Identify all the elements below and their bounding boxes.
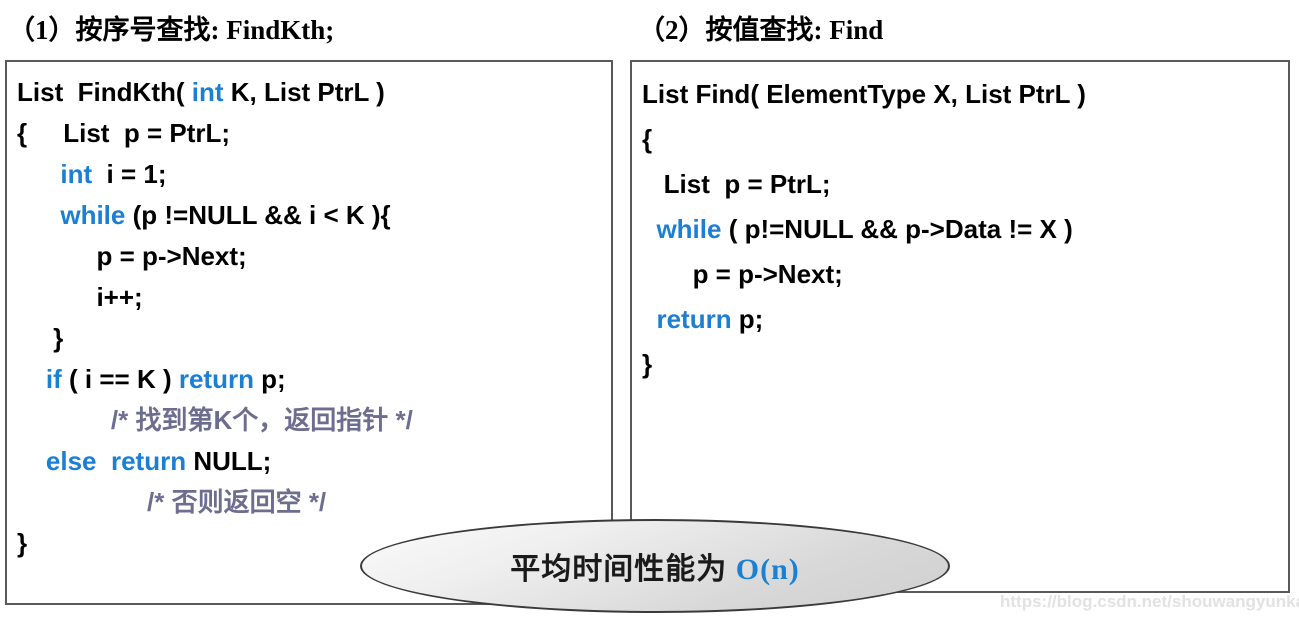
code-token: { List p = PtrL; xyxy=(17,118,231,148)
heading-1-label: 按序号查找 xyxy=(75,15,211,45)
code-line: return p; xyxy=(642,297,1288,342)
code-token: } xyxy=(642,349,653,379)
code-line: } xyxy=(17,318,611,359)
code-line: p = p->Next; xyxy=(642,252,1288,297)
code-token: i = 1; xyxy=(92,159,167,189)
heading-find-by-value: （2）按值查找: Find xyxy=(638,8,883,47)
heading-2-function-name: Find xyxy=(829,15,884,45)
code-line: { List p = PtrL; xyxy=(17,113,611,154)
code-text-findkth: List FindKth( int K, List PtrL ) { List p… xyxy=(7,62,611,564)
code-line: int i = 1; xyxy=(17,154,611,195)
heading-2-label: 按值查找 xyxy=(705,15,814,45)
heading-1-prefix: （1） xyxy=(8,15,76,45)
code-line: else return NULL; xyxy=(17,441,611,482)
code-token: p; xyxy=(731,304,764,334)
slide-page: （1）按序号查找: FindKth; （2）按值查找: Find List Fi… xyxy=(0,0,1299,621)
code-token: List FindKth( xyxy=(17,77,192,107)
code-token: { xyxy=(642,124,653,154)
code-line: /* 找到第K个，返回指针 */ xyxy=(17,400,611,441)
code-token: ( i == K ) xyxy=(61,364,179,394)
code-keyword: return xyxy=(110,446,187,476)
code-line: List FindKth( int K, List PtrL ) xyxy=(17,72,611,113)
callout-label: 平均时间性能为 O(n) xyxy=(510,544,800,588)
code-token: p; xyxy=(253,364,286,394)
code-keyword: else xyxy=(45,446,97,476)
code-block-find: List Find( ElementType X, List PtrL ) { L… xyxy=(630,60,1290,593)
code-token: } xyxy=(17,528,28,558)
code-line: List Find( ElementType X, List PtrL ) xyxy=(642,72,1288,117)
callout-complexity-value: O(n) xyxy=(735,553,800,586)
code-line: while (p !=NULL && i < K ){ xyxy=(17,195,611,236)
code-keyword: int xyxy=(60,159,93,189)
code-line: while ( p!=NULL && p->Data != X ) xyxy=(642,207,1288,252)
heading-2-colon: : xyxy=(813,15,830,45)
watermark-url: https://blog.csdn.net/shouwangyunkai666 xyxy=(1000,592,1299,611)
code-token: ( p!=NULL && p->Data != X ) xyxy=(721,214,1073,244)
code-comment: /* 否则返回空 */ xyxy=(17,487,327,517)
code-keyword: return xyxy=(178,364,254,394)
code-token: p = p->Next; xyxy=(17,241,247,271)
code-token: p = p->Next; xyxy=(642,259,843,289)
code-token: i++; xyxy=(17,282,143,312)
code-keyword: if xyxy=(45,364,62,394)
heading-1-colon: : xyxy=(210,15,227,45)
code-token: (p !=NULL && i < K ){ xyxy=(125,200,391,230)
code-line: List p = PtrL; xyxy=(642,162,1288,207)
code-text-find: List Find( ElementType X, List PtrL ) { L… xyxy=(632,62,1288,387)
heading-1-function-name: FindKth; xyxy=(226,15,335,45)
code-line: { xyxy=(642,117,1288,162)
code-line: } xyxy=(642,342,1288,387)
code-keyword: return xyxy=(656,304,732,334)
code-token: List p = PtrL; xyxy=(642,169,831,199)
callout-ellipse-complexity: 平均时间性能为 O(n) xyxy=(360,519,950,613)
code-keyword: while xyxy=(60,200,126,230)
code-line: i++; xyxy=(17,277,611,318)
code-token: K, List PtrL ) xyxy=(223,77,385,107)
callout-text-cn: 平均时间性能为 xyxy=(510,553,736,586)
code-keyword: while xyxy=(656,214,722,244)
code-token: NULL; xyxy=(186,446,272,476)
code-token: } xyxy=(17,323,64,353)
code-comment: /* 找到第K个，返回指针 */ xyxy=(17,405,413,435)
code-line: /* 否则返回空 */ xyxy=(17,482,611,523)
code-keyword: int xyxy=(191,77,224,107)
code-line: p = p->Next; xyxy=(17,236,611,277)
heading-2-prefix: （2） xyxy=(638,15,706,45)
code-token: List Find( ElementType X, List PtrL ) xyxy=(642,79,1086,109)
heading-find-by-index: （1）按序号查找: FindKth; xyxy=(8,8,334,47)
code-line: if ( i == K ) return p; xyxy=(17,359,611,400)
